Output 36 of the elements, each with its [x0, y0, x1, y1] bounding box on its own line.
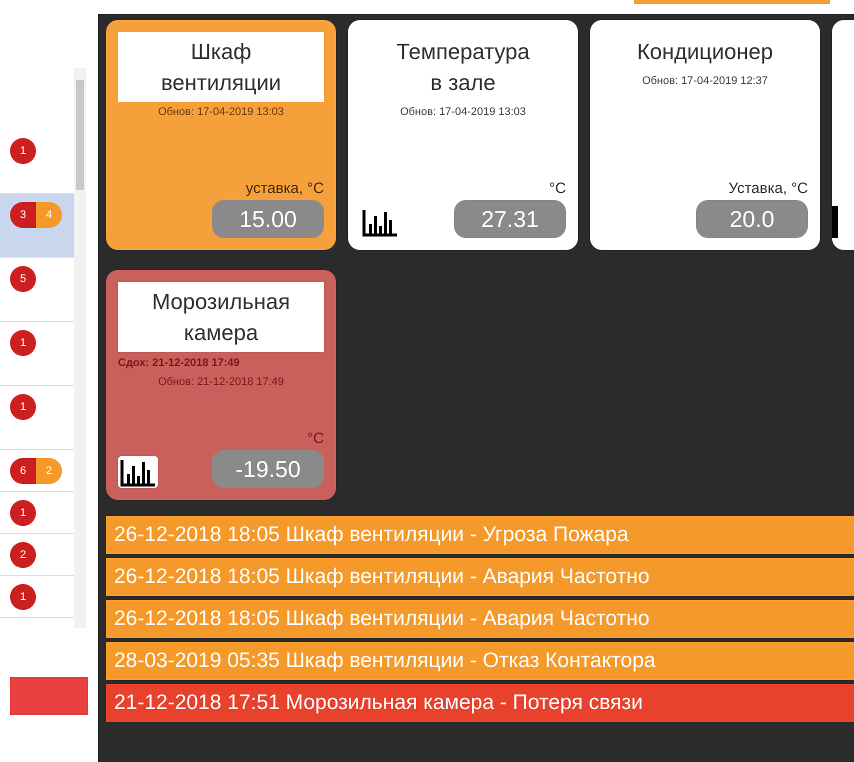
sensor-card[interactable]	[832, 20, 854, 250]
count-badge: 2	[10, 542, 36, 568]
count-badge: 1	[10, 138, 36, 164]
count-badge: 4	[36, 202, 62, 228]
dead-time: Сдох: 21-12-2018 17:49	[118, 356, 241, 371]
count-badge: 1	[10, 584, 36, 610]
unit-label: Уставка, °C	[728, 178, 808, 198]
sensor-card[interactable]: Температура в зале Обнов: 17-04-2019 13:03 °C 27.31	[348, 20, 578, 250]
sensor-card[interactable]: Морозильная камера Сдох: 21-12-2018 17:49 Обнов: 21-12-2018 17:49 °C -19.50	[106, 270, 336, 500]
count-badge: 2	[36, 458, 62, 484]
sidebar-item[interactable]: 3 4	[0, 194, 74, 258]
card-title: Шкаф вентиляции	[118, 32, 324, 102]
update-time: Обнов: 21-12-2018 17:49	[157, 374, 285, 390]
count-badge: 5	[10, 266, 36, 292]
update-time: Обнов: 17-04-2019 13:03	[399, 105, 527, 120]
sensor-card[interactable]: Шкаф вентиляции Обнов: 17-04-2019 13:03 уставка, °C 15.00	[106, 20, 336, 250]
unit-label: °C	[306, 428, 324, 448]
count-badge: 3	[10, 202, 36, 228]
count-badge: 1	[10, 500, 36, 526]
sensor-card[interactable]: Кондиционер Обнов: 17-04-2019 12:37 Уставка, °C 20.0	[590, 20, 820, 250]
value-display: 27.31	[454, 200, 566, 238]
value-display: 15.00	[212, 200, 324, 238]
scrollbar-track[interactable]	[74, 68, 86, 628]
update-time: Обнов: 17-04-2019 13:03	[157, 105, 285, 120]
card-title: Морозильная камера	[118, 282, 324, 352]
bar-chart-icon[interactable]	[118, 456, 158, 488]
value-display: -19.50	[212, 450, 324, 488]
unit-label: уставка, °C	[244, 178, 324, 198]
count-badge: 1	[10, 330, 36, 356]
alarm-row[interactable]: 21-12-2018 17:51 Морозильная камера - Потеря связи	[106, 684, 854, 722]
count-badge: 6	[10, 458, 36, 484]
count-badge: 1	[10, 394, 36, 420]
update-time: Обнов: 17-04-2019 12:37	[641, 74, 769, 89]
value-display: 20.0	[696, 200, 808, 238]
unit-label: °C	[548, 178, 566, 198]
scrollbar-thumb[interactable]	[76, 80, 84, 190]
